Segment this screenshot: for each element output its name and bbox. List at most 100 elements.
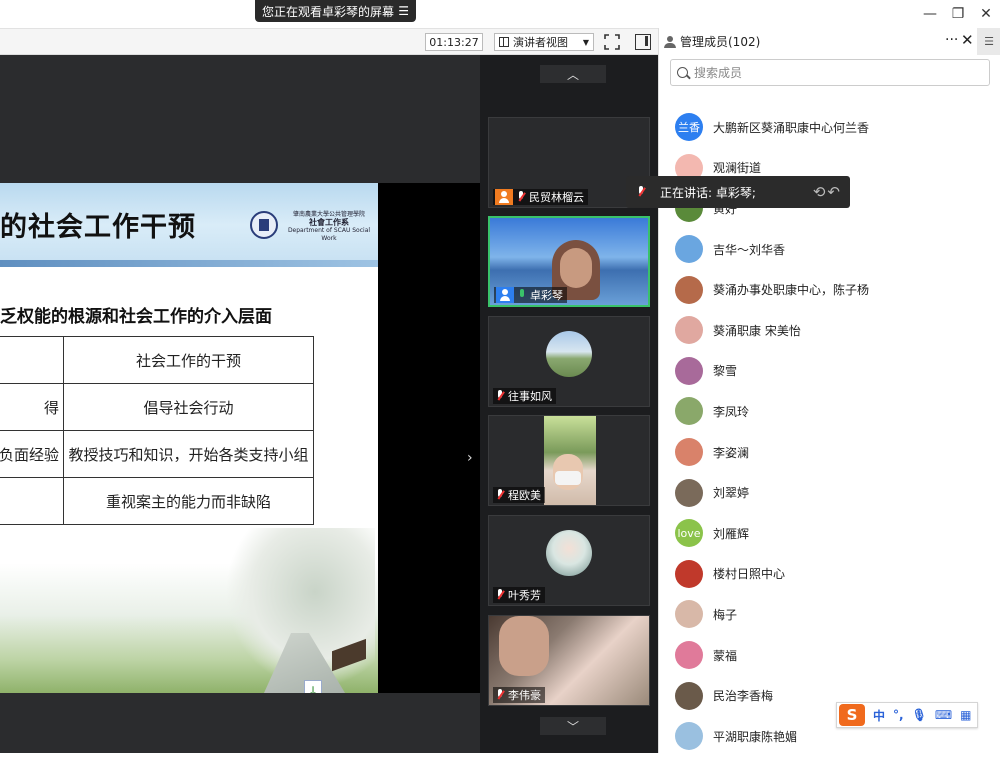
table-cell: 重视案主的能力而非缺陷: [63, 477, 315, 525]
avatar: [675, 397, 703, 426]
member-row[interactable]: 梅子: [659, 594, 1000, 635]
member-name: 葵涌办事处职康中心，陈子杨: [713, 283, 870, 298]
video-tile[interactable]: 往事如风: [488, 316, 650, 407]
member-name: 梅子: [713, 607, 738, 622]
member-row[interactable]: 蒙福: [659, 635, 1000, 676]
participants-panel: 管理成员(102) ··· ✕ ☰ 搜索成员 兰香 大鹏新区葵涌职康中心何兰香 观澜…: [658, 28, 1000, 753]
mic-muted-icon: [636, 186, 646, 198]
member-row[interactable]: 葵涌职康 宋美怡: [659, 310, 1000, 351]
avatar: [675, 600, 703, 629]
close-panel-icon[interactable]: ✕: [961, 31, 974, 49]
table-row: 得 倡导社会行动: [0, 383, 315, 431]
member-name: 李姿澜: [713, 445, 750, 460]
view-mode-dropdown[interactable]: 演讲者视图 ▼: [494, 33, 594, 51]
avatar: [675, 275, 703, 304]
view-mode-label: 演讲者视图: [513, 36, 568, 49]
mic-active-icon: [517, 289, 527, 301]
keyboard-icon[interactable]: ⌨: [935, 708, 952, 722]
shared-screen-area: 的社会工作干预 肇南農業大學公共管理學院 社會工作系 Department of…: [0, 55, 480, 753]
avatar: [675, 478, 703, 507]
sogou-logo-icon[interactable]: S: [839, 704, 865, 726]
reply-icon[interactable]: ⟲↶: [813, 183, 842, 201]
tile-label: 往事如风: [493, 388, 556, 404]
member-row[interactable]: 吉华～刘华香: [659, 229, 1000, 270]
avatar: [675, 316, 703, 345]
member-name: 吉华～刘华香: [713, 242, 786, 257]
member-row[interactable]: 刘翠婷: [659, 472, 1000, 513]
member-row[interactable]: 李姿澜: [659, 432, 1000, 473]
fullscreen-icon[interactable]: [604, 34, 620, 50]
table-cell: 负面经验: [0, 430, 65, 478]
avatar: [675, 356, 703, 385]
punctuation-icon[interactable]: °,: [893, 708, 904, 722]
avatar: love: [675, 519, 703, 548]
member-row[interactable]: love 刘雁辉: [659, 513, 1000, 554]
title-bar: 您正在观看卓彩琴的屏幕 ☰ — ❐ ✕: [0, 0, 1000, 28]
screen-share-banner[interactable]: 您正在观看卓彩琴的屏幕 ☰: [255, 0, 416, 22]
member-name: 刘雁辉: [713, 526, 750, 541]
microphone-icon[interactable]: 🎙: [912, 708, 927, 722]
member-row[interactable]: 兰香 大鹏新区葵涌职康中心何兰香: [659, 107, 1000, 148]
avatar: [546, 331, 592, 377]
tile-label: 卓彩琴: [494, 287, 567, 303]
member-row[interactable]: 李凤玲: [659, 391, 1000, 432]
member-name: 刘翠婷: [713, 486, 750, 501]
table-row: 负面经验 教授技巧和知识，开始各类支持小组: [0, 430, 315, 478]
arrow-down-icon: ↓: [304, 680, 322, 693]
member-name: 大鹏新区葵涌职康中心何兰香: [713, 120, 870, 135]
toolbox-icon[interactable]: ▦: [960, 708, 971, 722]
member-row[interactable]: 楼村日照中心: [659, 554, 1000, 595]
tile-name: 程欧美: [508, 489, 541, 502]
chevron-up-icon[interactable]: ︿: [540, 65, 606, 83]
avatar: [675, 681, 703, 710]
share-menu-icon[interactable]: ☰: [398, 4, 409, 18]
table-cell: 得: [0, 383, 65, 431]
ime-toolbar: S 中 °, 🎙 ⌨ ▦: [836, 702, 978, 728]
video-tile[interactable]: 叶秀芳: [488, 515, 650, 606]
slide-header: 的社会工作干预 肇南農業大學公共管理學院 社會工作系 Department of…: [0, 183, 378, 267]
speaking-indicator: 正在讲话: 卓彩琴; ⟲↶: [626, 176, 850, 208]
slide-header-bar: [0, 260, 378, 267]
panel-header: 管理成员(102): [659, 28, 977, 55]
participant-face: [560, 248, 592, 288]
ime-language[interactable]: 中: [873, 707, 885, 724]
video-tile[interactable]: 程欧美: [488, 415, 650, 506]
mic-muted-icon: [495, 689, 505, 701]
school-name-line3: Department of SCAU Social Work: [287, 227, 371, 242]
mic-muted-icon: [495, 390, 505, 402]
chevron-down-icon[interactable]: ﹀: [540, 717, 606, 735]
member-row[interactable]: 葵涌办事处职康中心，陈子杨: [659, 269, 1000, 310]
meeting-toolbar: 01:13:27 演讲者视图 ▼: [0, 28, 658, 55]
avatar: [675, 438, 703, 467]
face-mask: [555, 471, 581, 485]
search-icon: [677, 67, 688, 78]
school-name: 肇南農業大學公共管理學院 社會工作系 Department of SCAU So…: [283, 211, 375, 243]
tile-label: 李伟豪: [493, 687, 545, 703]
chevron-down-icon: ▼: [582, 37, 589, 47]
slide-title: 的社会工作干预: [0, 212, 196, 243]
chevron-right-icon[interactable]: ›: [467, 450, 473, 466]
tile-label: 民贸林榴云: [493, 189, 588, 205]
more-options-icon[interactable]: ···: [945, 32, 958, 48]
video-tile-active[interactable]: 卓彩琴: [488, 216, 650, 307]
mic-muted-icon: [495, 589, 505, 601]
member-row[interactable]: 黎雪: [659, 351, 1000, 392]
table-row: 重视案主的能力而非缺陷: [0, 477, 315, 525]
panel-menu-icon[interactable]: ☰: [977, 28, 1000, 55]
minimize-button[interactable]: —: [919, 4, 941, 24]
slide-subtitle: 乏权能的根源和社会工作的介入层面: [0, 307, 272, 327]
mic-muted-icon: [516, 191, 526, 203]
member-name: 蒙福: [713, 648, 738, 663]
restore-button[interactable]: ❐: [947, 4, 969, 24]
member-search-input[interactable]: 搜索成员: [670, 59, 990, 86]
close-window-button[interactable]: ✕: [975, 4, 997, 24]
video-tile[interactable]: 李伟豪: [488, 615, 650, 706]
member-name: 民治李香梅: [713, 689, 774, 704]
mic-muted-icon: [495, 489, 505, 501]
toggle-panel-icon[interactable]: [635, 34, 651, 50]
host-icon: [496, 287, 514, 303]
slide-letterbox: [378, 183, 480, 693]
member-name: 楼村日照中心: [713, 567, 786, 582]
member-name: 平湖职康陈艳媚: [713, 729, 798, 744]
share-banner-text: 您正在观看卓彩琴的屏幕: [262, 4, 395, 19]
